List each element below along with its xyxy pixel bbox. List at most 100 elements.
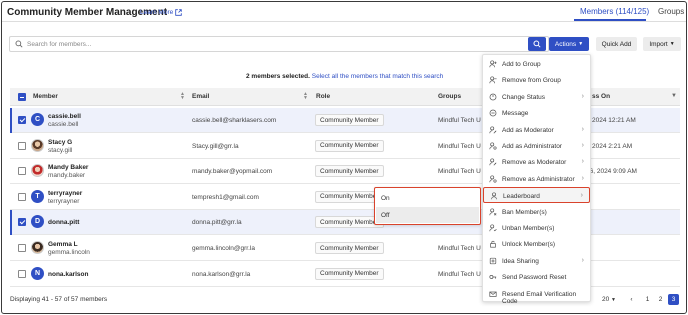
- menu-item-label: Send Password Reset: [502, 274, 567, 282]
- member-name[interactable]: nona.karlson: [48, 271, 88, 278]
- member-email: donna.pitt@grr.la: [192, 219, 242, 227]
- search-input[interactable]: Search for members...: [9, 36, 549, 52]
- row-checkbox[interactable]: [18, 269, 26, 278]
- row-checkbox[interactable]: [18, 192, 26, 201]
- column-email[interactable]: Email: [192, 93, 209, 100]
- moderator-icon: [489, 126, 497, 134]
- role-select[interactable]: Community Member: [315, 242, 384, 254]
- select-all-checkbox[interactable]: [18, 93, 26, 101]
- menu-item-label: Remove as Administrator: [502, 175, 575, 183]
- admin-icon: [489, 175, 497, 183]
- menu-item-resend-email-verification-code[interactable]: Resend Email Verification Code: [483, 286, 590, 305]
- member-name[interactable]: Gemma L: [48, 241, 78, 248]
- key-icon: [489, 275, 497, 280]
- learn-more-link[interactable]: Learn More: [140, 9, 182, 16]
- tab-members[interactable]: Members (114/125): [580, 7, 649, 16]
- remove-user-icon: [489, 76, 497, 84]
- menu-item-remove-as-administrator[interactable]: Remove as Administrator ›: [483, 171, 590, 187]
- menu-item-ban-member-s[interactable]: Ban Member(s): [483, 204, 590, 220]
- menu-item-remove-from-group[interactable]: Remove from Group: [483, 72, 590, 88]
- menu-item-label: Idea Sharing: [502, 257, 539, 265]
- role-select[interactable]: Community Member: [315, 139, 384, 152]
- member-name[interactable]: Stacy G: [48, 139, 72, 146]
- member-name[interactable]: donna.pitt: [48, 219, 79, 226]
- menu-item-idea-sharing[interactable]: Idea Sharing ›: [483, 253, 590, 269]
- prev-page-button[interactable]: ‹: [626, 294, 637, 305]
- menu-item-add-as-moderator[interactable]: Add as Moderator ›: [483, 122, 590, 138]
- menu-item-message[interactable]: Message: [483, 105, 590, 121]
- member-groups: Mindful Tech U: [438, 245, 481, 252]
- menu-item-send-password-reset[interactable]: Send Password Reset: [483, 269, 590, 285]
- chevron-right-icon: ›: [581, 158, 584, 166]
- menu-item-label: Remove as Moderator: [502, 159, 567, 167]
- avatar: T: [31, 189, 44, 203]
- role-select[interactable]: Community Member: [315, 165, 384, 178]
- ban-icon: [489, 208, 497, 216]
- leaderboard-off-option[interactable]: Off: [376, 207, 479, 223]
- import-label: Import: [649, 40, 668, 48]
- import-button[interactable]: Import ▼: [643, 37, 681, 51]
- search-icon: [15, 40, 23, 48]
- menu-item-label: Leaderboard: [503, 193, 540, 201]
- row-checkbox[interactable]: [18, 141, 26, 150]
- chevron-right-icon: ›: [581, 92, 584, 100]
- menu-item-label: Add as Administrator: [502, 143, 562, 150]
- member-email: gemma.lincoln@grr.la: [192, 245, 255, 252]
- menu-item-label: Resend Email Verification Code: [502, 290, 577, 305]
- role-select[interactable]: Community Member: [315, 267, 384, 280]
- row-checkbox[interactable]: [18, 167, 26, 176]
- avatar: D: [31, 215, 44, 229]
- avatar: [31, 241, 44, 254]
- leaderboard-on-option[interactable]: On: [376, 190, 479, 206]
- column-member[interactable]: Member: [33, 93, 58, 100]
- member-name[interactable]: cassie.bell: [48, 113, 81, 120]
- member-username: gemma.lincoln: [48, 249, 90, 256]
- menu-item-unlock-member-s[interactable]: Unlock Member(s): [483, 236, 590, 252]
- menu-item-remove-as-moderator[interactable]: Remove as Moderator ›: [483, 154, 590, 170]
- actions-label: Actions: [554, 40, 577, 48]
- last-access-date: 2024 2:21 AM: [592, 142, 633, 150]
- search-button[interactable]: [528, 37, 546, 51]
- per-page-value: 20: [602, 296, 610, 303]
- menu-item-unban-member-s[interactable]: Unban Member(s): [483, 220, 590, 236]
- column-last-access[interactable]: ss On: [592, 93, 610, 100]
- selection-info: 2 members selected. Select all the membe…: [246, 73, 443, 80]
- caret-down-icon: ▼: [669, 41, 675, 47]
- row-checkbox[interactable]: [18, 116, 26, 124]
- menu-item-label: Change Status: [502, 93, 546, 101]
- row-checkbox[interactable]: [18, 244, 26, 252]
- select-all-link[interactable]: Select all the members that match this s…: [312, 73, 444, 80]
- role-select[interactable]: Community Membe: [315, 190, 382, 203]
- caret-down-icon: ▼: [578, 41, 584, 47]
- menu-item-change-status[interactable]: Change Status ›: [483, 89, 590, 105]
- unlock-icon: [490, 241, 496, 248]
- sort-icon[interactable]: ▲ ▼: [180, 92, 185, 101]
- member-name[interactable]: terryrayner: [48, 190, 82, 197]
- avatar: C: [31, 113, 44, 126]
- actions-button[interactable]: Actions ▼: [549, 37, 589, 51]
- status-icon: [489, 93, 497, 101]
- app-frame: Community Member Management Learn More M…: [1, 1, 687, 314]
- leaderboard-icon: [491, 192, 497, 200]
- page-button-1[interactable]: 1: [642, 294, 653, 305]
- menu-item-add-to-group[interactable]: Add to Group: [483, 56, 590, 72]
- member-name[interactable]: Mandy Baker: [48, 164, 88, 171]
- mail-icon: [489, 291, 497, 297]
- sort-icon[interactable]: ▲ ▼: [303, 92, 308, 101]
- sort-desc-icon[interactable]: ▼: [671, 93, 677, 99]
- chevron-right-icon: ›: [580, 192, 583, 200]
- row-checkbox[interactable]: [18, 218, 26, 227]
- page-button-3[interactable]: 3: [668, 294, 679, 305]
- idea-icon: [489, 257, 497, 264]
- menu-item-label: Unlock Member(s): [502, 241, 556, 249]
- quick-add-button[interactable]: Quick Add: [596, 37, 637, 51]
- member-groups: Mindful Tech U: [438, 270, 481, 278]
- menu-item-add-as-administrator[interactable]: Add as Administrator ›: [483, 138, 590, 154]
- page-button-2[interactable]: 2: [655, 294, 666, 305]
- tab-groups[interactable]: Groups: [658, 7, 684, 16]
- per-page-select[interactable]: 20 ▼: [602, 296, 616, 303]
- admin-icon: [489, 142, 497, 150]
- role-select[interactable]: Community Member: [315, 114, 384, 126]
- menu-item-leaderboard[interactable]: Leaderboard ›: [483, 187, 590, 204]
- pagination-summary: Displaying 41 - 57 of 57 members: [10, 296, 108, 303]
